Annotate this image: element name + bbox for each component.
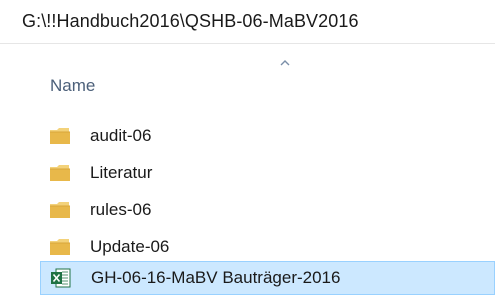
excel-file-icon xyxy=(51,268,71,288)
chevron-up-icon[interactable] xyxy=(280,60,290,66)
list-item-label: Literatur xyxy=(90,163,153,182)
list-item-label: Update-06 xyxy=(90,237,170,256)
list-item-label: GH-06-16-MaBV Bauträger-2016 xyxy=(91,268,341,287)
folder-icon xyxy=(50,128,70,144)
address-bar[interactable]: G:\!!Handbuch2016\QSHB-06-MaBV2016 xyxy=(0,0,495,44)
folder-icon xyxy=(50,202,70,218)
list-item-folder[interactable]: audit-06 xyxy=(40,120,495,154)
column-header-area xyxy=(0,44,495,106)
list-item-file-selected[interactable]: GH-06-16-MaBV Bauträger-2016 xyxy=(40,261,495,295)
column-header-name[interactable]: Name xyxy=(50,76,95,96)
list-item-folder[interactable]: Update-06 xyxy=(40,231,495,265)
folder-icon xyxy=(50,239,70,255)
list-item-label: rules-06 xyxy=(90,200,152,219)
list-item-label: audit-06 xyxy=(90,126,152,145)
list-item-folder[interactable]: rules-06 xyxy=(40,194,495,228)
list-item-folder[interactable]: Literatur xyxy=(40,157,495,191)
address-path[interactable]: G:\!!Handbuch2016\QSHB-06-MaBV2016 xyxy=(22,11,359,32)
folder-icon xyxy=(50,165,70,181)
